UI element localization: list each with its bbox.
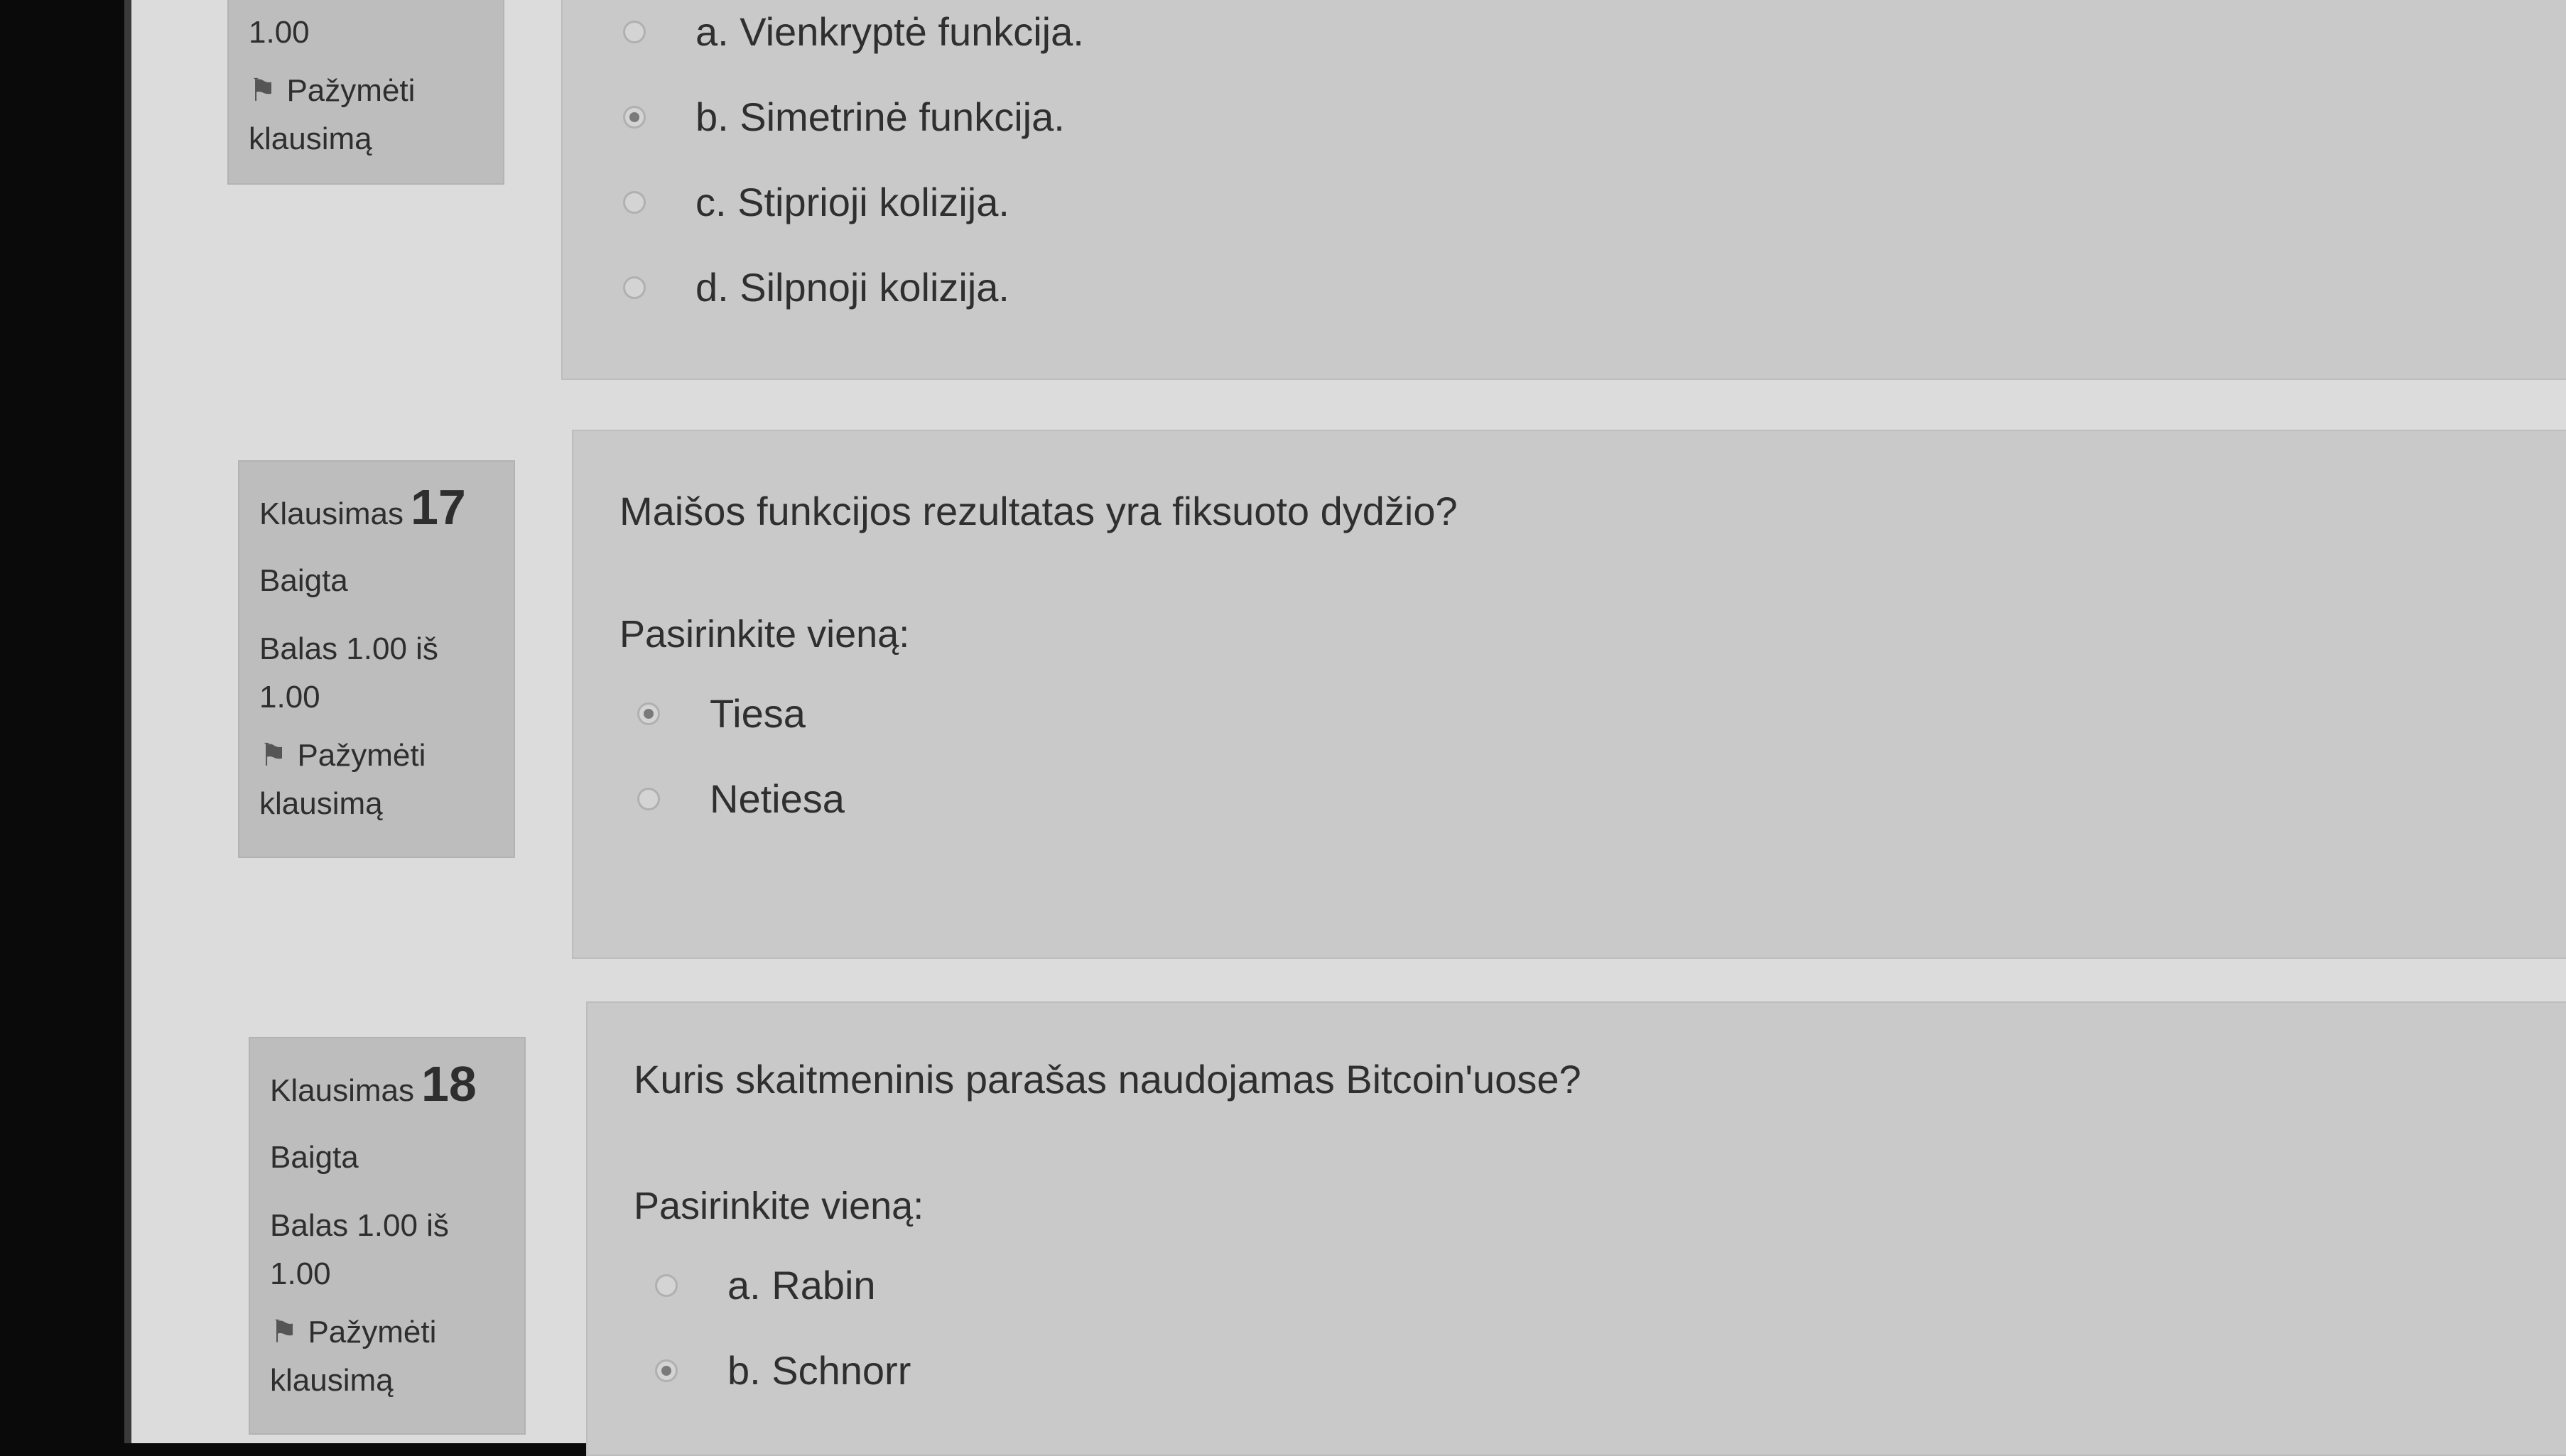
- score-value: 1.00: [249, 15, 310, 50]
- radio-button[interactable]: [637, 702, 660, 725]
- answer-option[interactable]: Netiesa: [637, 776, 845, 822]
- question-status: Baigta: [270, 1140, 359, 1175]
- answer-option-label: a. Vienkryptė funkcija.: [695, 9, 1084, 54]
- flag-icon: ⚑: [270, 1315, 298, 1349]
- question-score: Balas 1.00 iš 1.00: [259, 631, 438, 715]
- question-number: 17: [410, 479, 466, 535]
- answer-option[interactable]: b. Simetrinė funkcija.: [623, 94, 1065, 140]
- question-info-18: Klausimas 18 Baigta Balas 1.00 iš 1.00 ⚑ Pa…: [249, 1037, 526, 1435]
- answer-option[interactable]: d. Silpnoji kolizija.: [623, 264, 1009, 310]
- radio-button[interactable]: [655, 1273, 678, 1297]
- question-title: Klausimas 18: [270, 1056, 477, 1112]
- question-number: 18: [421, 1056, 477, 1112]
- answer-prompt: Pasirinkite vieną:: [634, 1185, 924, 1227]
- flag-icon: ⚑: [259, 738, 288, 773]
- question-title: Klausimas 17: [259, 479, 466, 535]
- radio-button[interactable]: [637, 787, 660, 810]
- flag-question-button[interactable]: ⚑ Pažymėti klausimą: [270, 1308, 504, 1405]
- answer-option-label: Netiesa: [710, 776, 845, 821]
- answer-option-label: b. Schnorr: [727, 1348, 911, 1393]
- answer-option[interactable]: b. Schnorr: [655, 1347, 911, 1393]
- answer-option-label: d. Silpnoji kolizija.: [695, 265, 1009, 310]
- answer-option-label: c. Stiprioji kolizija.: [695, 180, 1009, 224]
- flag-icon: ⚑: [249, 73, 277, 108]
- question-score: Balas 1.00 iš 1.00: [270, 1208, 449, 1291]
- question-text: Kuris skaitmeninis parašas naudojamas Bi…: [634, 1057, 1581, 1102]
- answer-prompt: Pasirinkite vieną:: [619, 613, 910, 656]
- answer-option[interactable]: a. Rabin: [655, 1262, 876, 1308]
- radio-button[interactable]: [623, 276, 646, 299]
- answer-option[interactable]: c. Stiprioji kolizija.: [623, 179, 1009, 225]
- flag-question-button[interactable]: ⚑ Pažymėti klausimą: [259, 732, 494, 828]
- radio-button[interactable]: [655, 1359, 678, 1382]
- radio-button[interactable]: [623, 190, 646, 214]
- question-info-17: Klausimas 17 Baigta Balas 1.00 iš 1.00 ⚑ Pa…: [238, 460, 515, 858]
- answer-option-label: a. Rabin: [727, 1263, 876, 1308]
- answer-option-label: b. Simetrinė funkcija.: [695, 94, 1065, 139]
- question-content-17: Maišos funkcijos rezultatas yra fiksuoto…: [572, 430, 2566, 959]
- question-content-16: a. Vienkryptė funkcija. b. Simetrinė fun…: [561, 0, 2566, 380]
- radio-button[interactable]: [623, 20, 646, 43]
- answer-option[interactable]: Tiesa: [637, 690, 806, 737]
- question-info-16: 1.00 ⚑ Pažymėti klausimą: [227, 0, 504, 185]
- question-content-18: Kuris skaitmeninis parašas naudojamas Bi…: [586, 1001, 2566, 1456]
- quiz-review-page: 1.00 ⚑ Pažymėti klausimą a. Vienkryptė fu…: [124, 0, 2566, 1456]
- question-status: Baigta: [259, 563, 348, 598]
- radio-button[interactable]: [623, 105, 646, 129]
- question-text: Maišos funkcijos rezultatas yra fiksuoto…: [619, 489, 1458, 533]
- answer-option-label: Tiesa: [710, 691, 806, 736]
- answer-option[interactable]: a. Vienkryptė funkcija.: [623, 9, 1084, 55]
- flag-question-button[interactable]: ⚑ Pažymėti klausimą: [249, 67, 483, 163]
